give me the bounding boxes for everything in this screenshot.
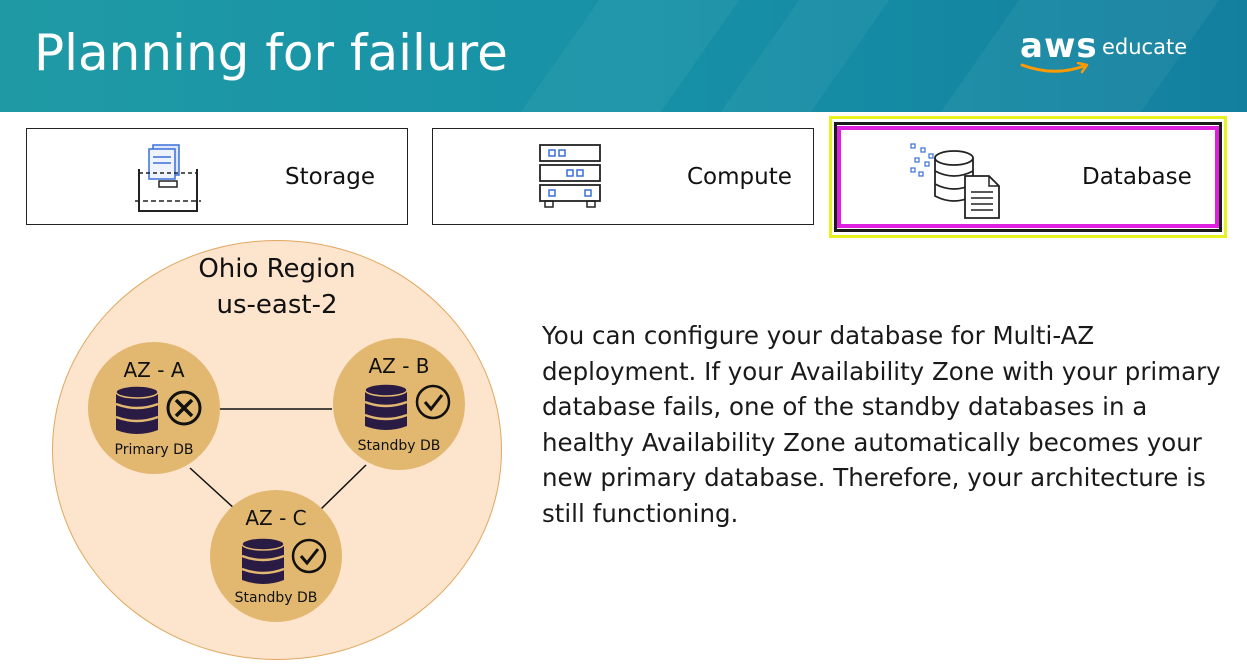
az-c-db-label: Standby DB (234, 590, 318, 606)
az-a-zone: AZ - A Primary DB (88, 342, 220, 474)
x-circle-icon (166, 390, 202, 426)
check-circle-icon (415, 384, 451, 420)
az-a-db-label: Primary DB (114, 442, 194, 458)
check-circle-icon (291, 538, 327, 574)
db-icon (115, 385, 159, 434)
db-icon (241, 537, 285, 584)
db-icon (364, 383, 408, 430)
az-c-zone: AZ - C Standby DB (210, 490, 342, 622)
az-b-zone: AZ - B Standby DB (333, 338, 465, 470)
description-text: You can configure your database for Mult… (542, 321, 1221, 528)
az-b-db-label: Standby DB (357, 438, 441, 454)
